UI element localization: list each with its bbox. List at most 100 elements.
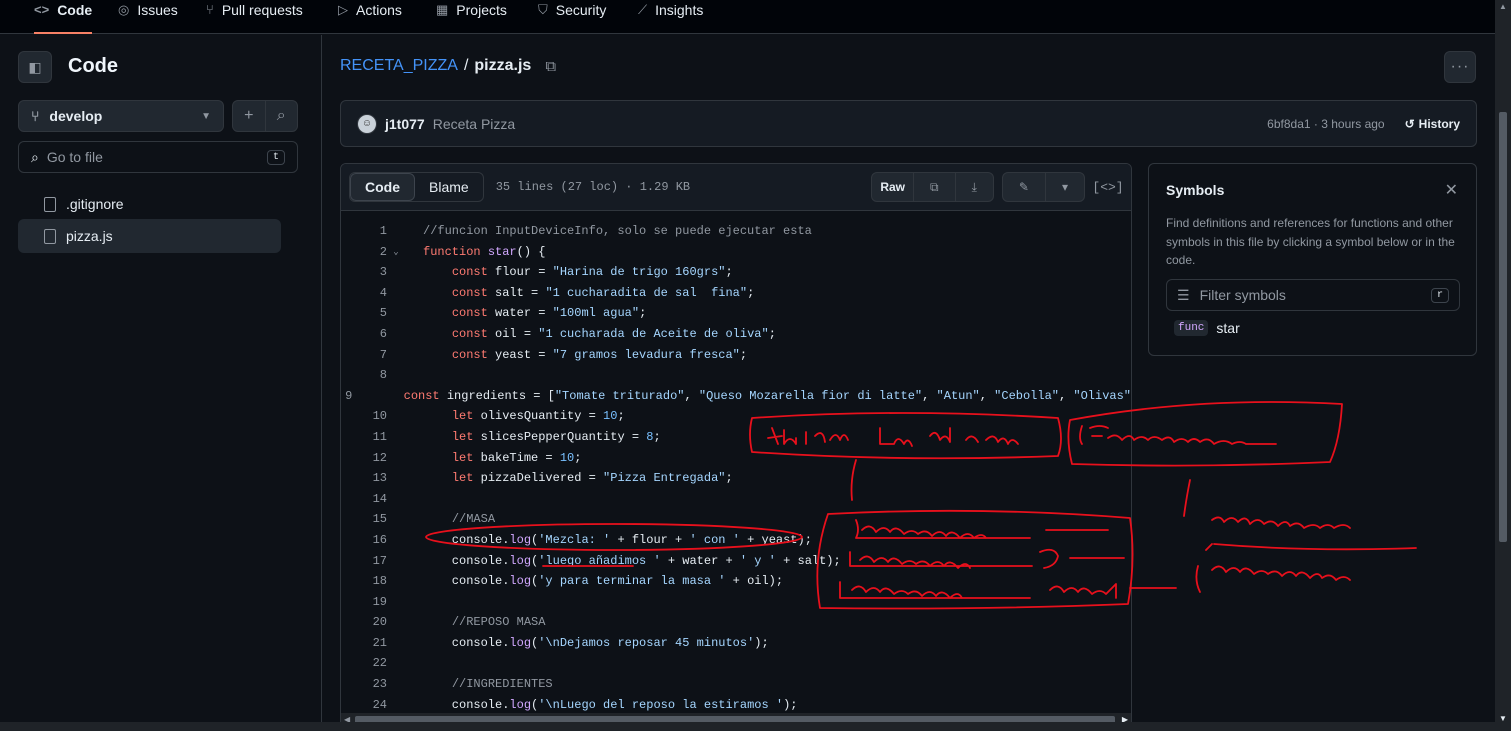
sidebar-collapse-button[interactable]: ◧ xyxy=(18,51,52,83)
code-line[interactable]: 11 let slicesPepperQuantity = 8; xyxy=(341,427,1131,448)
filter-symbols-input[interactable]: ☰ Filter symbols r xyxy=(1166,279,1460,311)
fold-gutter xyxy=(387,592,405,613)
code-line[interactable]: 2 ⌄ function star() { xyxy=(341,242,1131,263)
history-button[interactable]: ↺ History xyxy=(1405,117,1460,131)
tab-issues[interactable]: ◎ Issues xyxy=(118,0,178,34)
line-number[interactable]: 21 xyxy=(341,633,387,654)
tab-projects[interactable]: ▦ Projects xyxy=(436,0,507,34)
line-number[interactable]: 13 xyxy=(341,468,387,489)
fold-chevron-icon[interactable]: ⌄ xyxy=(387,242,405,263)
line-number[interactable]: 15 xyxy=(341,509,387,530)
commit-message[interactable]: Receta Pizza xyxy=(433,116,515,132)
line-number[interactable]: 3 xyxy=(341,262,387,283)
scroll-up-icon[interactable]: ▲ xyxy=(1499,2,1507,11)
symbol-item[interactable]: func star xyxy=(1174,320,1240,336)
code-line[interactable]: 21 console.log('\nDejamos reposar 45 min… xyxy=(341,633,1131,654)
file-tree-item[interactable]: .gitignore xyxy=(18,187,281,221)
line-number[interactable]: 23 xyxy=(341,674,387,695)
graph-icon: ⟋ xyxy=(638,2,648,17)
code-line[interactable]: 3 const flour = "Harina de trigo 160grs"… xyxy=(341,262,1131,283)
more-options-button[interactable]: ··· xyxy=(1444,51,1476,83)
pull-request-icon: ⑂ xyxy=(206,2,214,17)
code-line[interactable]: 18 console.log('y para terminar la masa … xyxy=(341,571,1131,592)
tab-pull-requests[interactable]: ⑂ Pull requests xyxy=(206,0,303,34)
code-line[interactable]: 14 xyxy=(341,489,1131,510)
copy-path-icon[interactable]: ⧉ xyxy=(545,58,556,75)
scroll-down-icon[interactable]: ▼ xyxy=(1499,714,1507,723)
code-line[interactable]: 7 const yeast = "7 gramos levadura fresc… xyxy=(341,345,1131,366)
code-line[interactable]: 4 const salt = "1 cucharadita de sal fin… xyxy=(341,283,1131,304)
tab-actions[interactable]: ▷ Actions xyxy=(338,0,402,34)
line-number[interactable]: 7 xyxy=(341,345,387,366)
code-line[interactable]: 12 let bakeTime = 10; xyxy=(341,448,1131,469)
copy-raw-button[interactable]: ⧉ xyxy=(913,173,955,201)
code-line[interactable]: 1 //funcion InputDeviceInfo, solo se pued… xyxy=(341,221,1131,242)
caret-down-icon: ▾ xyxy=(1061,180,1068,194)
line-number[interactable]: 10 xyxy=(341,406,387,427)
code-line[interactable]: 6 const oil = "1 cucharada de Aceite de … xyxy=(341,324,1131,345)
code-lines: 1 //funcion InputDeviceInfo, solo se pued… xyxy=(341,221,1131,715)
raw-button[interactable]: Raw xyxy=(872,173,913,201)
tab-insights[interactable]: ⟋ Insights xyxy=(638,0,703,34)
branch-selector[interactable]: ⑂ develop ▼ xyxy=(18,100,224,132)
code-line[interactable]: 23 //INGREDIENTES xyxy=(341,674,1131,695)
tab-code[interactable]: <> Code xyxy=(34,0,93,34)
line-number[interactable]: 6 xyxy=(341,324,387,345)
code-line[interactable]: 8 xyxy=(341,365,1131,386)
file-tree-sidebar: ◧ Code ⑂ develop ▼ + ⌕ ⌕ Go to file t .g… xyxy=(0,35,322,731)
line-number[interactable]: 18 xyxy=(341,571,387,592)
avatar[interactable]: ☺ xyxy=(357,113,377,134)
file-icon xyxy=(44,196,56,212)
line-number[interactable]: 16 xyxy=(341,530,387,551)
symbols-panel-toggle[interactable]: [<>] xyxy=(1092,172,1123,202)
line-number[interactable]: 22 xyxy=(341,653,387,674)
table-icon: ▦ xyxy=(436,2,449,17)
scrollbar-thumb[interactable] xyxy=(1499,112,1507,542)
line-number[interactable]: 4 xyxy=(341,283,387,304)
search-button[interactable]: ⌕ xyxy=(264,101,298,131)
edit-button[interactable]: ✎ xyxy=(1003,173,1045,201)
close-icon[interactable]: ✕ xyxy=(1445,180,1458,200)
file-tree-item-selected[interactable]: pizza.js xyxy=(18,219,281,253)
code-line[interactable]: 19 xyxy=(341,592,1131,613)
sidebar-title: Code xyxy=(68,55,118,77)
code-line[interactable]: 9 const ingredients = ["Tomate triturado… xyxy=(341,386,1131,407)
line-number[interactable]: 5 xyxy=(341,303,387,324)
add-file-button[interactable]: + xyxy=(233,101,265,131)
code-line-text: console.log('luego añadimos ' + water + … xyxy=(423,553,841,568)
line-number[interactable]: 9 xyxy=(341,386,352,407)
code-line[interactable]: 17 console.log('luego añadimos ' + water… xyxy=(341,551,1131,572)
search-icon: ⌕ xyxy=(276,107,286,124)
fold-gutter xyxy=(387,530,405,551)
code-line[interactable]: 20 //REPOSO MASA xyxy=(341,612,1131,633)
line-number[interactable]: 19 xyxy=(341,592,387,613)
commit-author[interactable]: j1t077 xyxy=(385,116,425,132)
symbol-kind-badge: func xyxy=(1174,320,1209,336)
download-button[interactable]: ⤓ xyxy=(954,173,993,201)
code-line[interactable]: 15 //MASA xyxy=(341,509,1131,530)
line-number[interactable]: 8 xyxy=(341,365,387,386)
code-line[interactable]: 5 const water = "100ml agua"; xyxy=(341,303,1131,324)
code-line[interactable]: 16 console.log('Mezcla: ' + flour + ' co… xyxy=(341,530,1131,551)
line-number[interactable]: 20 xyxy=(341,612,387,633)
line-number[interactable]: 1 xyxy=(341,221,387,242)
tab-code-view[interactable]: Code xyxy=(350,173,415,201)
tab-security[interactable]: ⛉ Security xyxy=(538,0,606,34)
code-line[interactable]: 13 let pizzaDelivered = "Pizza Entregada… xyxy=(341,468,1131,489)
kebab-icon: ··· xyxy=(1450,58,1470,75)
code-line[interactable]: 10 let olivesQuantity = 10; xyxy=(341,406,1131,427)
breadcrumb-repo-link[interactable]: RECETA_PIZZA xyxy=(340,57,458,75)
edit-dropdown-button[interactable]: ▾ xyxy=(1044,173,1084,201)
file-actions-group: + ⌕ xyxy=(232,100,298,132)
commit-sha-time[interactable]: 6bf8da1 · 3 hours ago xyxy=(1267,117,1384,131)
line-number[interactable]: 2 xyxy=(341,242,387,263)
line-number[interactable]: 12 xyxy=(341,448,387,469)
vertical-scrollbar[interactable]: ▲ ▼ xyxy=(1495,0,1511,731)
code-line[interactable]: 22 xyxy=(341,653,1131,674)
line-number[interactable]: 14 xyxy=(341,489,387,510)
line-number[interactable]: 17 xyxy=(341,551,387,572)
line-number[interactable]: 11 xyxy=(341,427,387,448)
tab-blame-view[interactable]: Blame xyxy=(415,173,483,201)
go-to-file-input[interactable]: ⌕ Go to file t xyxy=(18,141,298,173)
